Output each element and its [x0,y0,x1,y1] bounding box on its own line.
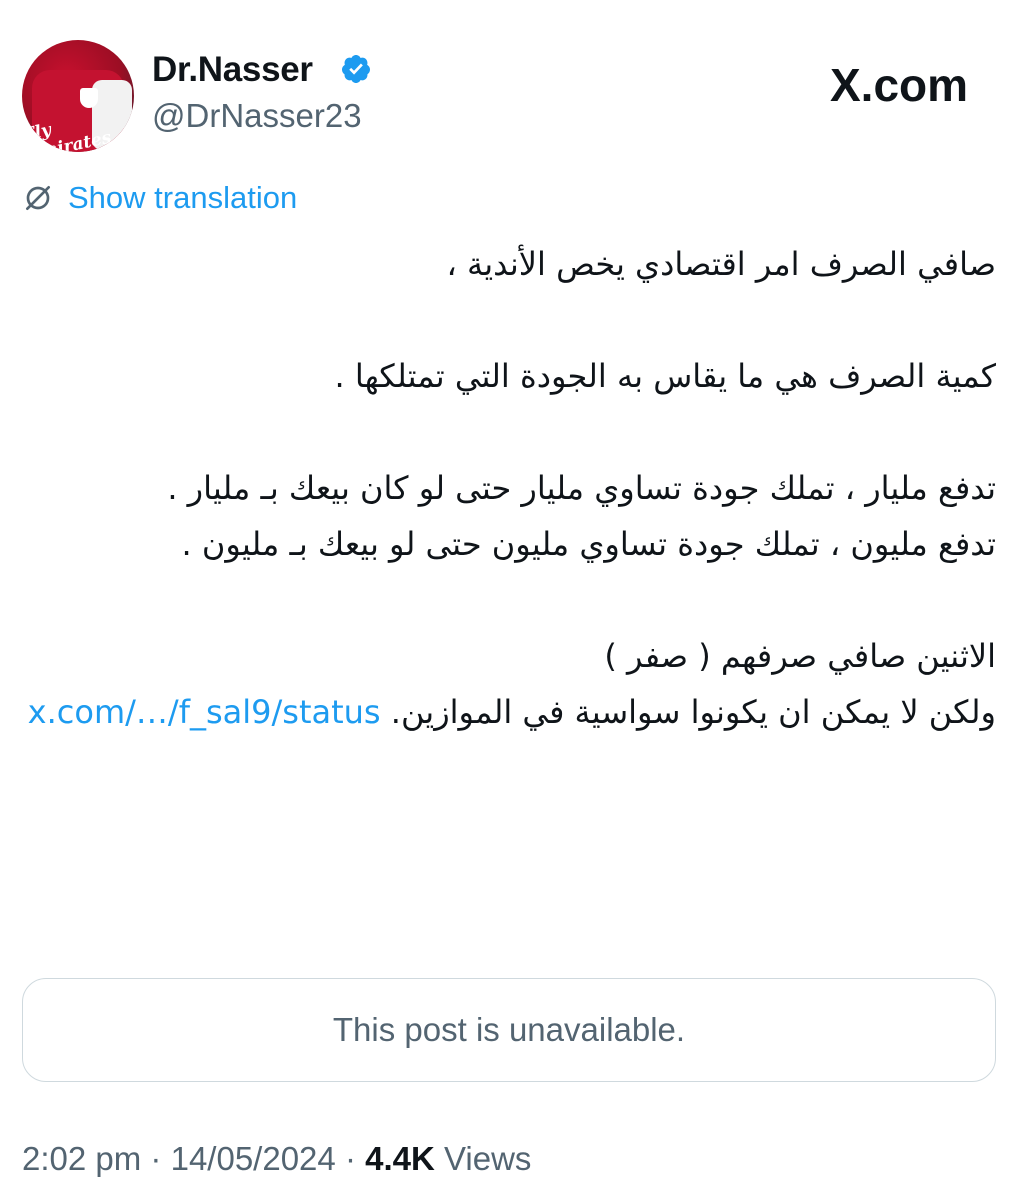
user-handle[interactable]: @DrNasser23 [152,97,362,135]
views-count: 4.4K [365,1140,435,1177]
tweet-meta: 2:02 pm · 14/05/2024 · 4.4K Views [22,1140,531,1178]
tweet-line: ولكن لا يمكن ان يكونوا سواسية في الموازي… [390,693,996,731]
tweet-line: كمية الصرف هي ما يقاس به الجودة التي تمت… [334,357,996,395]
meta-separator: · [344,1140,356,1177]
globe-translate-icon [26,186,50,210]
tweet-line: تدفع مليون ، تملك جودة تساوي مليون حتى ل… [181,525,997,563]
tweet-time[interactable]: 2:02 pm [22,1140,141,1177]
tweet-text: صافي الصرف امر اقتصادي يخص الأندية ، كمي… [22,236,996,740]
show-translation-button[interactable]: Show translation [22,180,297,216]
display-name[interactable]: Dr.Nasser [152,50,313,90]
quoted-post-unavailable[interactable]: This post is unavailable. [22,978,996,1082]
unavailable-message: This post is unavailable. [332,1011,686,1048]
meta-separator: · [150,1140,162,1177]
tweet-date[interactable]: 14/05/2024 [171,1140,336,1177]
tweet-link[interactable]: x.com/…/f_sal9/status [28,693,381,731]
tweet-line-with-link: ولكن لا يمكن ان يكونوا سواسية في الموازي… [22,684,996,740]
site-logo: X.com [830,59,969,111]
tweet-line: صافي الصرف امر اقتصادي يخص الأندية ، [446,245,996,283]
verified-badge-icon [341,55,370,83]
avatar[interactable]: Fly Emirates [22,40,134,152]
views-label: Views [444,1140,532,1177]
tweet-line: تدفع مليار ، تملك جودة تساوي مليار حتى ل… [167,469,996,507]
tweet-line: الاثنين صافي صرفهم ( صفر ) [604,637,996,675]
avatar-crest-icon [80,88,98,108]
show-translation-label: Show translation [68,180,298,215]
